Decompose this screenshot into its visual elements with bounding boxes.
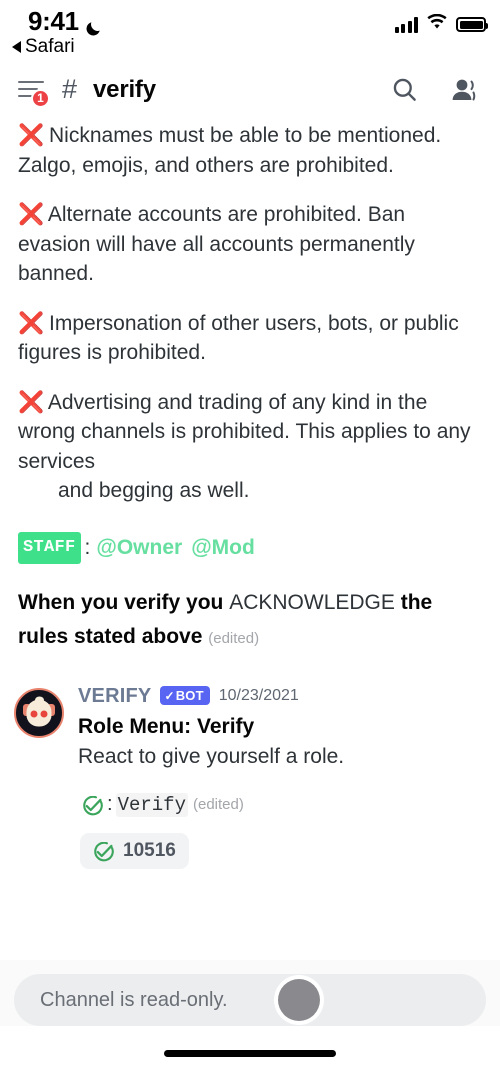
message-timestamp: 10/23/2021 (218, 686, 299, 704)
channel-header-left: 1 # verify (18, 74, 388, 108)
reaction-button[interactable]: 10516 (80, 832, 189, 869)
touch-pointer-dot (278, 979, 320, 1021)
white-check-mark-emoji (82, 795, 103, 817)
cross-mark-icon: ❌ (18, 203, 44, 226)
bot-message-title: Role Menu: Verify (78, 714, 255, 738)
bot-badge-label: BOT (175, 688, 204, 703)
avatar-face (26, 696, 52, 727)
search-icon[interactable] (388, 74, 420, 106)
rule-item: ❌ Impersonation of other users, bots, or… (0, 309, 500, 368)
bot-badge-check-icon: ✓ (164, 688, 175, 703)
legend-separator: : (107, 793, 113, 815)
battery-full-icon (456, 17, 488, 32)
bot-message: VERIFY ✓ BOT 10/23/2021 Role Menu: Verify… (0, 686, 500, 869)
status-bar-indicators (394, 13, 488, 35)
reaction-count: 10516 (123, 839, 176, 861)
mention-mod[interactable]: @Mod (191, 534, 255, 562)
legend-role-name: Verify (115, 792, 188, 817)
cross-mark-icon: ❌ (18, 124, 44, 147)
acknowledge-part1: When you verify you (18, 590, 230, 614)
cross-mark-icon: ❌ (18, 311, 44, 335)
avatar-eye-left (30, 710, 38, 718)
discord-mobile-screen: 9:41 Safari 1 # verify ❌ Nicknames must … (0, 0, 500, 1080)
channel-header: 1 # verify (0, 62, 500, 117)
status-bar-time-group: 9:41 (28, 6, 102, 37)
bot-message-header: VERIFY ✓ BOT 10/23/2021 (78, 686, 480, 706)
home-indicator[interactable] (164, 1049, 336, 1057)
bot-badge: ✓ BOT (160, 686, 210, 705)
bot-message-body: VERIFY ✓ BOT 10/23/2021 Role Menu: Verify… (78, 686, 480, 869)
avatar-tuft (34, 696, 44, 704)
staff-code-badge: STAFF (18, 531, 81, 564)
role-legend-line: : Verify (edited) (78, 792, 480, 817)
channel-header-actions (388, 74, 480, 106)
hamburger-menu-icon[interactable]: 1 (18, 77, 50, 108)
legend-edited-marker: (edited) (192, 796, 244, 813)
rule-text: Nicknames must be able to be mentioned. … (18, 124, 442, 177)
back-to-safari-link[interactable]: Safari (12, 36, 75, 58)
white-check-mark-emoji (93, 841, 114, 863)
cellular-signal-icon (394, 16, 418, 33)
mention-owner[interactable]: @Owner (96, 534, 182, 562)
message-author[interactable]: VERIFY (78, 686, 151, 706)
rule-item: ❌ Advertising and trading of any kind in… (0, 388, 500, 506)
rule-text: Alternate accounts are prohibited. Ban e… (18, 203, 415, 285)
home-indicator-area (0, 1026, 500, 1080)
acknowledge-message: When you verify you ACKNOWLEDGE the rule… (0, 586, 500, 656)
acknowledge-emphasis: ACKNOWLEDGE (229, 590, 395, 614)
staff-separator: : (84, 535, 91, 559)
message-input-bar: Channel is read-only. (14, 974, 486, 1026)
message-list[interactable]: ❌ Nicknames must be able to be mentioned… (0, 117, 500, 960)
verify-bot-avatar[interactable] (14, 687, 64, 738)
staff-mention-line: STAFF : @Owner @Mod (0, 531, 500, 564)
members-icon[interactable] (448, 74, 480, 106)
back-arrow-icon (12, 41, 21, 53)
channel-name: verify (93, 75, 156, 103)
status-bar-time: 9:41 (28, 6, 79, 36)
rule-text-continued: and begging as well. (58, 479, 250, 502)
rule-item: ❌ Alternate accounts are prohibited. Ban… (0, 200, 500, 289)
back-to-safari-label: Safari (25, 36, 75, 57)
rule-item: ❌ Nicknames must be able to be mentioned… (0, 121, 500, 180)
channel-hash-icon: # (62, 74, 78, 104)
composer-area: Channel is read-only. (0, 960, 500, 1026)
edited-marker: (edited) (208, 629, 260, 647)
crescent-moon-icon (84, 14, 102, 35)
cross-mark-icon: ❌ (18, 390, 44, 414)
bot-message-text: React to give yourself a role. (78, 744, 345, 768)
wifi-icon (426, 13, 448, 35)
mention-count-badge: 1 (31, 88, 50, 108)
rule-text: Impersonation of other users, bots, or p… (18, 311, 459, 365)
avatar-eye-right (40, 710, 48, 718)
status-bar: 9:41 Safari (0, 0, 500, 62)
rule-text: Advertising and trading of any kind in t… (18, 390, 471, 473)
composer-placeholder: Channel is read-only. (40, 988, 228, 1011)
